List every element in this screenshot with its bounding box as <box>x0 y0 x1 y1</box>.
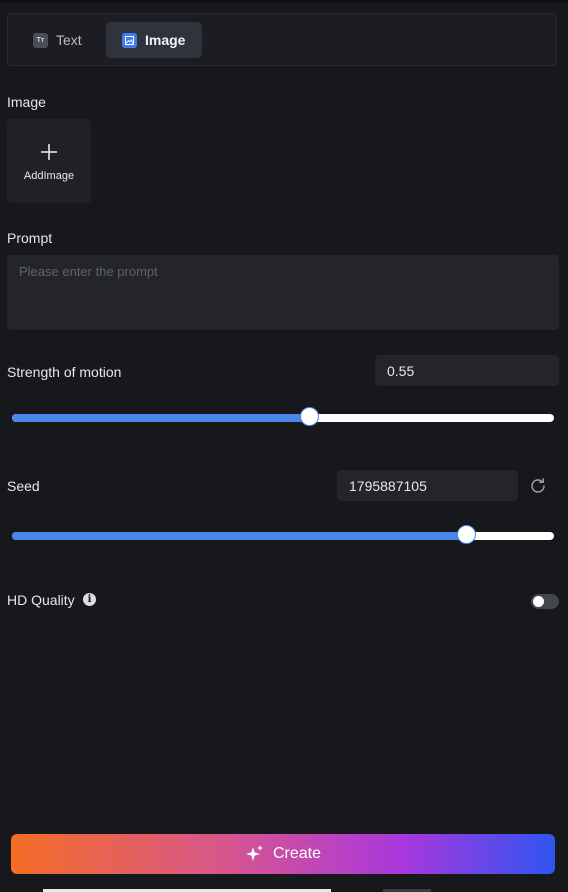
tab-image-label: Image <box>145 32 186 48</box>
seed-slider-fill <box>12 532 468 540</box>
strength-value-input[interactable]: 0.55 <box>375 355 559 386</box>
hd-quality-label: HD Quality <box>7 592 75 608</box>
seed-label: Seed <box>7 478 40 494</box>
plus-icon <box>40 140 58 164</box>
toggle-knob <box>533 596 544 607</box>
prompt-input[interactable] <box>7 255 559 330</box>
seed-value-input[interactable]: 1795887105 <box>337 470 518 501</box>
add-image-label: AddImage <box>23 170 75 182</box>
tab-text-label: Text <box>56 32 82 48</box>
strength-slider[interactable] <box>12 407 554 426</box>
top-divider <box>0 0 568 3</box>
mode-tabs: Tт Text Image <box>7 13 557 66</box>
sparkle-icon <box>245 845 263 861</box>
image-icon <box>122 32 137 48</box>
strength-label: Strength of motion <box>7 364 122 380</box>
seed-slider-thumb[interactable] <box>457 525 477 544</box>
add-image-button[interactable]: AddImage <box>7 119 91 203</box>
hd-quality-toggle[interactable] <box>531 594 559 609</box>
seed-slider[interactable] <box>12 525 554 544</box>
prompt-label: Prompt <box>7 230 53 246</box>
create-button[interactable]: Create <box>11 834 555 874</box>
tab-image[interactable]: Image <box>106 22 202 58</box>
create-button-label: Create <box>272 845 322 862</box>
image-section-label: Image <box>7 94 46 110</box>
info-icon[interactable]: i <box>83 593 96 606</box>
refresh-icon[interactable] <box>528 476 548 496</box>
text-icon: Tт <box>33 32 48 48</box>
strength-slider-thumb[interactable] <box>300 407 320 426</box>
tab-text[interactable]: Tт Text <box>17 22 103 58</box>
strength-slider-fill <box>12 414 311 422</box>
video-generation-panel: Tт Text Image Image AddImage Prompt Stre… <box>0 0 568 892</box>
